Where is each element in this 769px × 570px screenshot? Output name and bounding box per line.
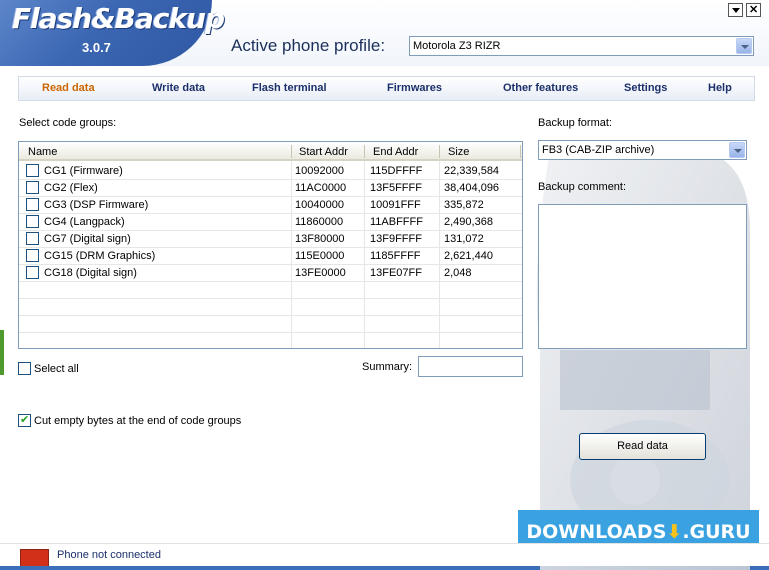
profile-select-value: Motorola Z3 RIZR [413,40,501,52]
table-row[interactable]: CG18 (Digital sign) 13FE0000 13FE07FF 2,… [19,265,522,282]
cell-end-addr: 115DFFFF [370,165,423,177]
backup-comment-field[interactable] [538,204,747,349]
column-divider [439,145,440,158]
profile-select[interactable]: Motorola Z3 RIZR [409,36,754,56]
row-checkbox[interactable] [26,198,39,211]
connection-status-icon [20,549,49,566]
minimize-icon[interactable] [728,3,743,17]
backup-comment-label: Backup comment: [538,181,627,193]
column-divider [364,145,365,158]
backup-format-value: FB3 (CAB-ZIP archive) [542,144,655,156]
table-row[interactable]: CG4 (Langpack) 11860000 11ABFFFF 2,490,3… [19,214,522,231]
table-row[interactable]: CG1 (Firmware) 10092000 115DFFFF 22,339,… [19,163,522,180]
cell-name: CG7 (Digital sign) [44,233,131,245]
empty-row [19,299,522,316]
table-row[interactable]: CG3 (DSP Firmware) 10040000 10091FFF 335… [19,197,522,214]
column-header-end-addr[interactable]: End Addr [373,146,418,158]
cell-size: 131,072 [444,233,484,245]
cell-name: CG4 (Langpack) [44,216,125,228]
download-icon: ⬇ [666,521,683,543]
close-icon[interactable] [746,3,761,17]
cell-start-addr: 11860000 [295,216,344,228]
cut-empty-bytes-checkbox[interactable] [18,413,31,427]
row-checkbox[interactable] [26,181,39,194]
column-divider [291,145,292,158]
cell-end-addr: 10091FFF [370,199,421,211]
tab-other-features[interactable]: Other features [503,82,578,94]
column-divider [520,145,521,158]
cell-name: CG2 (Flex) [44,182,98,194]
table-row[interactable]: CG2 (Flex) 11AC0000 13F5FFFF 38,404,096 [19,180,522,197]
empty-row [19,282,522,299]
table-row[interactable]: CG15 (DRM Graphics) 115E0000 1185FFFF 2,… [19,248,522,265]
tab-read-data[interactable]: Read data [42,82,95,94]
chevron-down-icon[interactable] [736,38,752,54]
cell-name: CG18 (Digital sign) [44,267,137,279]
cell-start-addr: 10040000 [295,199,344,211]
logo-panel: Flash&Backup 3.0.7 [0,0,225,66]
cell-size: 2,048 [444,267,472,279]
code-groups-table: Name Start Addr End Addr Size CG1 (Firmw… [18,141,523,349]
summary-field[interactable] [418,356,523,377]
app-logo: Flash&Backup [12,2,225,35]
cell-start-addr: 13FE0000 [295,267,346,279]
empty-row [19,316,522,333]
cell-start-addr: 115E0000 [295,250,345,262]
cell-start-addr: 10092000 [295,165,344,177]
cell-end-addr: 11ABFFFF [370,216,423,228]
tab-help[interactable]: Help [708,82,732,94]
cell-name: CG15 (DRM Graphics) [44,250,156,262]
row-checkbox[interactable] [26,164,39,177]
table-header: Name Start Addr End Addr Size [19,142,522,161]
summary-label: Summary: [362,361,413,373]
cell-name: CG1 (Firmware) [44,165,123,177]
cut-empty-bytes-label: Cut empty bytes at the end of code group… [34,415,242,427]
cell-size: 2,621,440 [444,250,493,262]
cell-size: 2,490,368 [444,216,493,228]
cell-name: CG3 (DSP Firmware) [44,199,149,211]
watermark-text-left: DOWNLOADS [526,521,667,543]
status-text: Phone not connected [57,549,161,561]
cell-end-addr: 13F5FFFF [370,182,422,194]
cell-start-addr: 11AC0000 [295,182,347,194]
cell-start-addr: 13F80000 [295,233,345,245]
column-header-name[interactable]: Name [28,146,57,158]
cell-end-addr: 1185FFFF [370,250,421,262]
cell-size: 38,404,096 [444,182,500,194]
column-header-start-addr[interactable]: Start Addr [299,146,348,158]
backup-format-label: Backup format: [538,117,612,129]
table-row[interactable]: CG7 (Digital sign) 13F80000 13F9FFFF 131… [19,231,522,248]
cell-size: 335,872 [444,199,484,211]
row-checkbox[interactable] [26,232,39,245]
cell-end-addr: 13F9FFFF [370,233,422,245]
tab-flash-terminal[interactable]: Flash terminal [252,82,327,94]
row-checkbox[interactable] [26,266,39,279]
app-window: Flash&Backup 3.0.7 Active phone profile:… [0,0,769,570]
tab-settings[interactable]: Settings [624,82,667,94]
column-header-size[interactable]: Size [448,146,469,158]
app-version: 3.0.7 [82,40,111,55]
desktop-background [0,330,4,375]
tab-firmwares[interactable]: Firmwares [387,82,442,94]
tab-write-data[interactable]: Write data [152,82,205,94]
row-checkbox[interactable] [26,215,39,228]
select-all-label: Select all [34,363,79,375]
main-nav: Read data Write data Flash terminal Firm… [18,76,755,101]
read-data-button[interactable]: Read data [579,433,706,460]
select-all-checkbox[interactable] [18,362,31,375]
chevron-down-icon[interactable] [729,142,745,158]
code-groups-label: Select code groups: [19,117,117,129]
backup-format-select[interactable]: FB3 (CAB-ZIP archive) [538,140,747,160]
profile-label: Active phone profile: [231,36,386,55]
watermark-text-right: .GURU [682,521,751,543]
cell-end-addr: 13FE07FF [370,267,422,279]
row-checkbox[interactable] [26,249,39,262]
header: Flash&Backup 3.0.7 Active phone profile:… [0,0,769,66]
cell-size: 22,339,584 [444,165,500,177]
window-controls [725,3,761,17]
